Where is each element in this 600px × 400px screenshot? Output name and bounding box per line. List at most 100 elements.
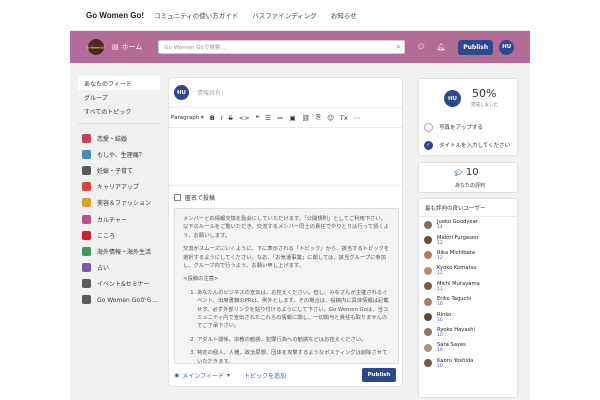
progress-subtitle: 完成しました <box>471 103 498 108</box>
user-row[interactable]: Rinko 10 <box>419 309 517 324</box>
user-row[interactable]: Kaoru Yoshida 10 <box>419 356 517 371</box>
post-title-input[interactable]: 情報共有！ <box>197 88 227 97</box>
sidebar-item-groups[interactable]: グループ <box>78 90 160 104</box>
home-button[interactable]: ▤ ホーム <box>112 42 142 52</box>
publish-button[interactable]: Publish <box>362 368 396 382</box>
main-header: Go Women Go! ▤ ホーム Go Women Goで検索... ⌕ 💬… <box>70 31 530 63</box>
user-info: Eriko Taguchi 10 <box>437 296 471 307</box>
nav-link-pathfinding[interactable]: パスファインディング <box>252 10 317 20</box>
reputation-card: 🎓︎ 10 あなたの評判 <box>418 162 518 193</box>
anonymous-checkbox[interactable] <box>174 193 181 201</box>
category-item[interactable]: 恋愛・結婚 <box>78 130 160 146</box>
anonymous-label: 匿名で投稿 <box>185 194 216 202</box>
sidebar-item-feed[interactable]: あなたのフィード <box>78 76 160 90</box>
top-users-list: Jueko Goodyear 14 Midori Furgason 12 Rika Mi… <box>419 217 517 371</box>
app-frame: Go Women Go! コミュニティの使い方ガイド パスファインディング お知… <box>70 0 530 400</box>
reputation-value: 🎓︎ 10 <box>454 167 479 178</box>
category-item[interactable]: キャリアアップ <box>78 179 160 195</box>
paragraph-label: Paragraph <box>171 114 200 121</box>
attachment-icon[interactable]: ⎘ <box>316 113 321 122</box>
chat-icon[interactable]: 💬︎ <box>416 43 425 51</box>
user-avatar-icon <box>424 297 432 306</box>
numbered-list-icon[interactable]: ≔ <box>277 114 284 122</box>
category-item[interactable]: こころ <box>78 227 160 243</box>
user-avatar-icon <box>424 313 432 322</box>
task-label: タイトルを入力してください <box>439 143 511 149</box>
rules-topic-note: 交流がスムーズにいくように、下に表示される「トピック」から、該当するトピックを選… <box>183 246 390 270</box>
user-name[interactable]: Midori Furgason <box>437 235 478 241</box>
code-icon[interactable]: <> <box>239 114 250 122</box>
posting-rules: メンバーとの情報交換を励会にしていただけます。「公開規則」としてご利用下さい。以… <box>174 208 399 364</box>
category-item[interactable]: 美容＆ファッション <box>78 195 160 211</box>
more-icon[interactable]: ⋯ <box>354 114 361 122</box>
user-score: 10 <box>437 302 443 308</box>
left-sidebar: あなたのフィード グループ すべてのトピック 恋愛・結婚もしや、生理痛？ 妊娠・子… <box>78 76 160 308</box>
category-item[interactable]: イベント&セミナー <box>78 276 160 292</box>
publish-button-header[interactable]: Publish <box>458 39 494 55</box>
community-logo[interactable]: Go Women Go! <box>87 39 105 55</box>
world-icon <box>82 246 91 256</box>
category-label: 占い <box>97 265 110 273</box>
add-topic-button[interactable]: トピックを追加 <box>244 371 286 380</box>
category-label: Go Women Goから... <box>97 297 158 305</box>
user-row[interactable]: Kyoko Komatsu 12 <box>419 263 517 278</box>
bold-icon[interactable]: B <box>210 114 215 122</box>
user-name[interactable]: Jueko Goodyear <box>437 219 478 225</box>
category-item[interactable]: 占い <box>78 260 160 276</box>
home-label: ホーム <box>121 43 143 51</box>
user-row[interactable]: Eriko Taguchi 10 <box>419 294 517 309</box>
emoji-icon[interactable]: ☺ <box>327 114 334 122</box>
italic-icon[interactable]: I <box>221 114 223 122</box>
category-item[interactable]: 妊娠・子育て <box>78 162 160 178</box>
task-label: 写真をアップする <box>439 125 484 131</box>
search-input[interactable]: Go Women Goで検索... ⌕ <box>158 40 406 54</box>
editor-body[interactable] <box>169 128 402 186</box>
anonymous-toggle[interactable]: 匿名で投稿 <box>169 186 402 208</box>
category-label: 恋愛・結婚 <box>97 135 128 143</box>
composer-header: HU 情報共有！ <box>169 78 402 108</box>
bullet-list-icon[interactable]: ☰ <box>265 114 271 122</box>
graduation-cap-icon: 🎓︎ <box>454 168 463 177</box>
progress-percent: 50% <box>472 87 497 100</box>
user-row[interactable]: Jueko Goodyear 14 <box>419 217 517 232</box>
sidebar-divider <box>78 123 160 124</box>
bell-icon[interactable]: 🔔︎ <box>436 43 445 51</box>
user-row[interactable]: Midori Furgason 12 <box>419 232 517 247</box>
user-row[interactable]: Michi Murayama 11 <box>419 279 517 294</box>
paragraph-select[interactable]: Paragraph ▾ <box>171 115 204 121</box>
sidebar-item-all-topics[interactable]: すべてのトピック <box>78 104 160 118</box>
user-name[interactable]: Michi Murayama <box>437 281 480 287</box>
top-users-card: 最も評判の良いユーザー Jueko Goodyear 14 Midori Furga… <box>418 198 518 398</box>
post-composer: HU 情報共有！ Paragraph ▾ B I S <> ❝ ☰ ≔ ▣ ⛓ … <box>168 77 403 387</box>
category-item[interactable]: 海外情報・海外生活 <box>78 243 160 259</box>
crystal-ball-icon <box>82 263 91 273</box>
task-upload-photo[interactable]: 写真をアップする <box>424 120 516 134</box>
user-row[interactable]: Sara Sayes 10 <box>419 340 517 355</box>
user-info: Ryoko Hayashi 10 <box>437 327 475 338</box>
user-name[interactable]: Rinko <box>437 312 451 318</box>
category-item[interactable]: Go Women Goから... <box>78 292 160 308</box>
link-icon[interactable]: ⛓ <box>302 114 310 122</box>
user-name[interactable]: Kaoru Yoshida <box>437 358 473 364</box>
user-score: 12 <box>437 271 443 277</box>
person-chart-icon <box>82 182 91 192</box>
heart-icon <box>82 230 91 240</box>
user-score: 10 <box>437 332 443 338</box>
user-row[interactable]: Ryoko Hayashi 10 <box>419 325 517 340</box>
user-avatar[interactable]: HU <box>499 39 515 55</box>
task-enter-title[interactable]: ✓ タイトルを入力してください <box>424 138 516 152</box>
category-item[interactable]: もしや、生理痛？ <box>78 146 160 162</box>
clear-format-icon[interactable]: Tx <box>340 114 348 122</box>
brand-link[interactable]: Go Women Go! <box>86 11 144 20</box>
quote-icon[interactable]: ❝ <box>256 114 260 122</box>
palette-icon <box>82 214 91 224</box>
image-icon[interactable]: ▣ <box>289 114 295 122</box>
rule-item: アダルト関係、宗教の勧誘、犯罪行為への勧誘などはお控えください。 <box>197 336 390 344</box>
user-info: Rinko 10 <box>437 312 451 323</box>
category-item[interactable]: カルチャー <box>78 211 160 227</box>
strikethrough-icon[interactable]: S <box>229 114 233 122</box>
nav-link-guide[interactable]: コミュニティの使い方ガイド <box>154 10 238 20</box>
nav-link-news[interactable]: お知らせ <box>331 10 357 20</box>
feed-select[interactable]: ◉ メインフィード ▾ <box>174 371 230 380</box>
user-row[interactable]: Rika Michibata 12 <box>419 248 517 263</box>
